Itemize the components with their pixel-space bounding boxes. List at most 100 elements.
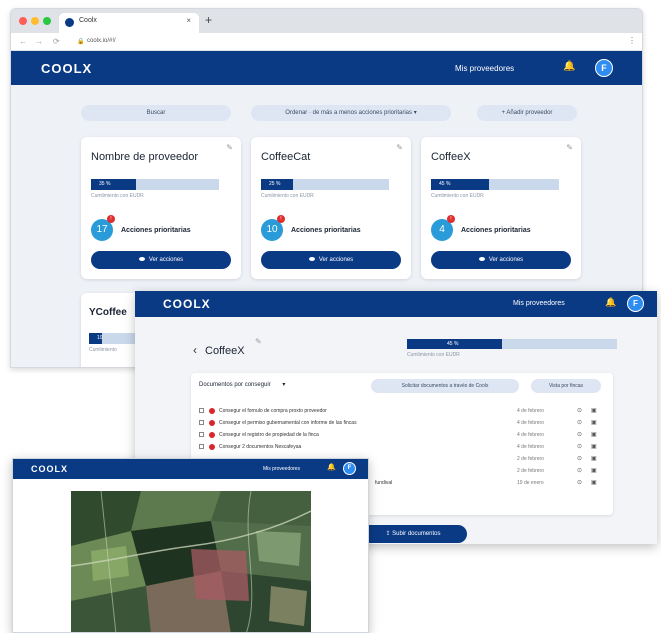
edit-icon[interactable]: ✎ xyxy=(255,337,262,346)
document-filter-dropdown[interactable]: Documentos por conseguir ▾ xyxy=(199,381,285,388)
favicon-icon xyxy=(65,18,74,27)
supplier-card[interactable]: CoffeeCat ✎ 25 % Cumlimiento con EUDR 10… xyxy=(251,137,411,279)
view-actions-button[interactable]: Ver acciones xyxy=(431,251,571,269)
forward-icon[interactable]: → xyxy=(35,37,43,46)
satellite-map[interactable] xyxy=(71,491,311,633)
close-window-dot[interactable] xyxy=(19,17,27,25)
eye-icon[interactable]: ⊙ xyxy=(577,479,582,486)
minimize-window-dot[interactable] xyxy=(31,17,39,25)
document-date: 2 de febrero xyxy=(517,468,544,474)
row-checkbox[interactable] xyxy=(199,420,204,425)
document-date: 2 de febrero xyxy=(517,456,544,462)
logo[interactable]: COOLX xyxy=(41,61,92,76)
row-checkbox[interactable] xyxy=(199,444,204,449)
compliance-bar: 45 % xyxy=(431,179,559,190)
alert-icon xyxy=(209,420,215,426)
document-row[interactable]: Consegur el permiso gubernamental con in… xyxy=(199,417,609,429)
row-checkbox[interactable] xyxy=(199,432,204,437)
edit-icon[interactable]: ✎ xyxy=(566,143,573,152)
supplier-name: Nombre de proveedor xyxy=(91,151,199,163)
edit-icon[interactable]: ✎ xyxy=(396,143,403,152)
compliance-bar: 45 % xyxy=(407,339,617,349)
document-label: Consegur 2 documentos Nescafeyaa xyxy=(219,444,302,450)
nav-my-suppliers[interactable]: Mis proveedores xyxy=(513,300,565,307)
upload-documents-button[interactable]: ⇪ Subir documentos xyxy=(359,525,467,543)
sort-dropdown[interactable]: Ordenar · de más a menos acciones priori… xyxy=(251,105,451,121)
back-icon[interactable]: ‹ xyxy=(193,343,197,357)
view-actions-button[interactable]: Ver acciones xyxy=(261,251,401,269)
search-button[interactable]: Buscar xyxy=(81,105,231,121)
priority-label: Acciones prioritarias xyxy=(291,227,361,234)
compliance-fill: 25 % xyxy=(261,179,293,190)
document-icon[interactable]: ▣ xyxy=(591,443,597,450)
view-actions-label: Ver acciones xyxy=(148,257,184,263)
eye-icon[interactable]: ⊙ xyxy=(577,431,582,438)
document-icon[interactable]: ▣ xyxy=(591,467,597,474)
avatar[interactable]: F xyxy=(595,59,613,77)
browser-tab[interactable]: Coolx × xyxy=(59,13,199,33)
document-date: 19 de enero xyxy=(517,480,544,486)
compliance-caption: Cumlimiento con EUDR xyxy=(91,193,144,199)
bell-icon[interactable]: 🔔 xyxy=(327,463,336,471)
back-icon[interactable]: ← xyxy=(19,37,27,46)
supplier-name: YCoffee xyxy=(89,307,127,318)
logo[interactable]: COOLX xyxy=(31,464,68,474)
bell-icon[interactable]: 🔔 xyxy=(563,61,575,72)
compliance-caption: Cumlimiento xyxy=(89,347,117,353)
document-icon[interactable]: ▣ xyxy=(591,419,597,426)
app-header: COOLX Mis proveedores 🔔 F xyxy=(13,459,368,479)
document-icon[interactable]: ▣ xyxy=(591,455,597,462)
avatar[interactable]: F xyxy=(627,295,644,312)
bell-icon[interactable]: 🔔 xyxy=(605,297,616,308)
document-row[interactable]: Consegur el registro de propiedad de la … xyxy=(199,429,609,441)
browser-menu-icon[interactable]: ⋮ xyxy=(628,36,636,45)
upload-label: Subir documentos xyxy=(392,531,441,537)
eye-icon[interactable]: ⊙ xyxy=(577,467,582,474)
tab-close-icon[interactable]: × xyxy=(186,16,191,25)
address-bar: ← → ⟳ 🔒 coolx.io/#!/ ⋮ xyxy=(11,33,642,51)
avatar[interactable]: F xyxy=(343,462,356,475)
edit-icon[interactable]: ✎ xyxy=(226,143,233,152)
document-icon[interactable]: ▣ xyxy=(591,407,597,414)
maximize-window-dot[interactable] xyxy=(43,17,51,25)
logo[interactable]: COOLX xyxy=(163,297,211,311)
sort-label: Ordenar · de más a menos acciones priori… xyxy=(285,110,413,116)
eye-icon[interactable]: ⊙ xyxy=(577,419,582,426)
url-field[interactable]: coolx.io/#!/ xyxy=(87,38,116,44)
new-tab-icon[interactable]: + xyxy=(205,13,212,27)
nav-my-suppliers[interactable]: Mis proveedores xyxy=(455,64,514,73)
document-icon[interactable]: ▣ xyxy=(591,431,597,438)
app-header: COOLX Mis proveedores 🔔 F xyxy=(135,291,657,317)
supplier-card[interactable]: Nombre de proveedor ✎ 35 % Cumlimiento c… xyxy=(81,137,241,279)
view-by-farm-button[interactable]: Vista por fincas xyxy=(531,379,601,393)
document-date: 4 de febrero xyxy=(517,432,544,438)
map-window: COOLX Mis proveedores 🔔 F xyxy=(12,458,369,633)
row-checkbox[interactable] xyxy=(199,408,204,413)
document-row[interactable]: Consegur 2 documentos Nescafeyaa 4 de fe… xyxy=(199,441,609,453)
reload-icon[interactable]: ⟳ xyxy=(53,37,60,46)
document-icon[interactable]: ▣ xyxy=(591,479,597,486)
document-date: 4 de febrero xyxy=(517,444,544,450)
eye-icon[interactable]: ⊙ xyxy=(577,407,582,414)
document-row[interactable]: Consegur el fornulo de compra proxto pro… xyxy=(199,405,609,417)
chevron-down-icon: ▾ xyxy=(413,110,417,116)
add-supplier-button[interactable]: + Añadir proveedor xyxy=(477,105,577,121)
chevron-down-icon: ▾ xyxy=(282,382,286,388)
alert-icon xyxy=(209,408,215,414)
app-header: COOLX Mis proveedores 🔔 F xyxy=(11,51,642,85)
document-label: fundival xyxy=(375,480,393,486)
supplier-title: CoffeeX xyxy=(205,345,245,357)
alert-badge-icon: ! xyxy=(277,215,285,223)
supplier-name: CoffeeCat xyxy=(261,151,311,163)
request-documents-button[interactable]: Solicitar documentos a través de Coolx xyxy=(371,379,519,393)
priority-label: Acciones prioritarias xyxy=(121,227,191,234)
nav-my-suppliers[interactable]: Mis proveedores xyxy=(263,466,300,472)
supplier-card[interactable]: CoffeeX ✎ 45 % Cumlimiento con EUDR 4 ! … xyxy=(421,137,581,279)
eye-icon[interactable]: ⊙ xyxy=(577,443,582,450)
document-label: Consegur el registro de propiedad de la … xyxy=(219,432,319,438)
compliance-bar: 25 % xyxy=(261,179,389,190)
view-actions-button[interactable]: Ver acciones xyxy=(91,251,231,269)
eye-icon[interactable]: ⊙ xyxy=(577,455,582,462)
supplier-name: CoffeeX xyxy=(431,151,471,163)
view-actions-label: Ver acciones xyxy=(318,257,354,263)
